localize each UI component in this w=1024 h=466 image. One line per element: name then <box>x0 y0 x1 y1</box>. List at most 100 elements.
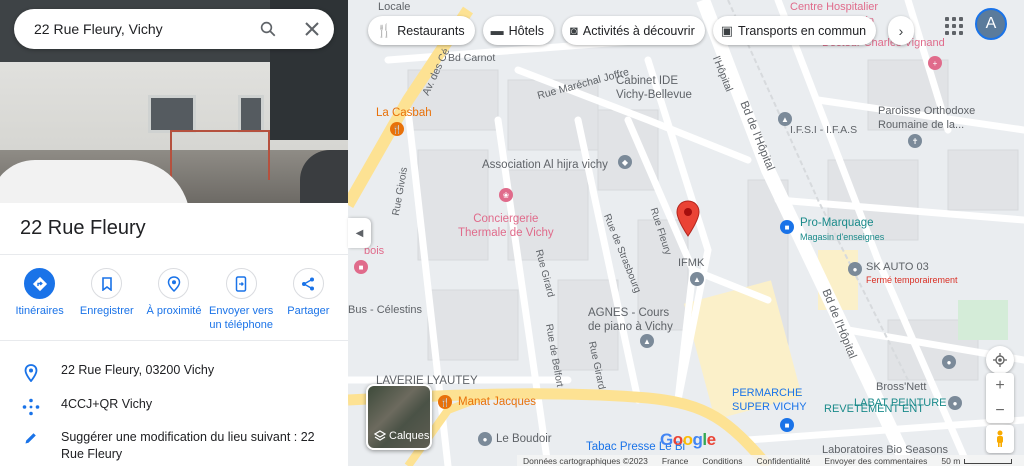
school-icon[interactable]: ▲ <box>778 112 792 126</box>
zoom-control: + − <box>986 373 1014 423</box>
place-title: 22 Rue Fleury <box>20 217 146 239</box>
chip-hotels[interactable]: ▬ Hôtels <box>482 16 555 45</box>
bed-icon[interactable]: ■ <box>354 260 368 274</box>
my-location-icon <box>993 353 1007 367</box>
account-avatar[interactable]: A <box>975 8 1007 40</box>
avatar-initial: A <box>985 15 997 32</box>
chip-activities[interactable]: ◙ Activités à découvrir <box>562 16 705 45</box>
street-label: Locale <box>378 1 411 13</box>
plus-code-row[interactable]: 4CCJ+QR Vichy <box>0 396 348 416</box>
poi-pro-marquage[interactable]: Pro-Marquage <box>800 216 874 230</box>
directions-label: Itinéraires <box>15 305 64 317</box>
selected-location-pin[interactable] <box>676 200 700 238</box>
search-icon[interactable] <box>246 9 290 49</box>
poi-label: AGNES - Cours de piano à Vichy <box>588 307 673 333</box>
scale-bar[interactable]: 50 m <box>941 455 1013 466</box>
car-icon[interactable]: ● <box>848 262 862 276</box>
feedback-link[interactable]: Envoyer des commentaires <box>824 456 927 466</box>
poi-ifsi[interactable]: I.F.S.I - I.F.A.S <box>790 123 857 137</box>
shop-icon[interactable]: ■ <box>780 220 794 234</box>
service-icon[interactable]: ● <box>942 355 956 369</box>
zoom-in-button[interactable]: + <box>986 373 1014 398</box>
poi-manat[interactable]: Manat Jacques <box>458 395 536 409</box>
layers-label: Calques <box>389 430 430 442</box>
search-box[interactable]: 22 Rue Fleury, Vichy <box>14 9 334 49</box>
chip-restaurants[interactable]: 🍴 Restaurants <box>368 16 475 45</box>
nearby-button[interactable]: À proximité <box>141 268 207 332</box>
location-pin-icon <box>0 362 61 382</box>
directions-button[interactable]: Itinéraires <box>7 268 73 332</box>
chip-transit[interactable]: ▣ Transports en commun <box>712 16 877 45</box>
address-row[interactable]: 22 Rue Fleury, 03200 Vichy <box>0 362 348 382</box>
map-canvas[interactable]: Bd Carnot Rue Maréchal Joffre Av. des Cé… <box>348 0 1024 466</box>
layers-label-wrap: Calques <box>374 430 429 442</box>
share-button[interactable]: Partager <box>275 268 341 332</box>
poi-bross[interactable]: Bross'Nett <box>876 380 926 394</box>
restaurant-icon[interactable]: 🍴 <box>438 395 452 409</box>
scale-label: 50 m <box>941 455 961 466</box>
layers-icon <box>374 430 386 441</box>
cart-icon[interactable]: ■ <box>780 418 794 432</box>
mosque-icon[interactable]: ◆ <box>618 155 632 169</box>
transit-icon: ▣ <box>720 22 734 38</box>
poi-la-casbah[interactable]: La Casbah <box>376 106 432 120</box>
poi-label: La Casbah <box>376 107 432 119</box>
poi-super-vichy[interactable]: PERMARCHE SUPER VICHY <box>732 386 807 414</box>
poi-label: REVETEMENT ENT <box>824 403 925 415</box>
collapse-panel-button[interactable]: ◀ <box>348 218 371 248</box>
chevron-right-icon[interactable]: › <box>888 16 914 45</box>
school-icon[interactable]: ▲ <box>690 272 704 286</box>
send-to-phone-button[interactable]: Envoyer vers un téléphone <box>208 268 274 332</box>
address-text: 22 Rue Fleury, 03200 Vichy <box>61 363 215 377</box>
restaurant-icon[interactable]: 🍴 <box>390 122 404 136</box>
poi-ifmk[interactable]: IFMK <box>678 256 704 270</box>
school-icon[interactable]: ▲ <box>640 334 654 348</box>
nearby-label: À proximité <box>146 305 202 317</box>
medical-icon[interactable]: + <box>928 56 942 70</box>
my-location-button[interactable] <box>986 346 1014 374</box>
scale-line <box>964 458 1013 464</box>
window <box>148 95 196 133</box>
shop-icon[interactable]: ● <box>948 396 962 410</box>
suggest-edit-row[interactable]: Suggérer une modification du lieu suivan… <box>0 429 348 463</box>
chevron-left-icon: ◀ <box>355 227 364 239</box>
poi-label: Magasin d'enseignes <box>800 232 885 242</box>
poi-label: Bross'Nett <box>876 381 927 393</box>
pegman-button[interactable] <box>986 425 1014 453</box>
camera-icon: ◙ <box>570 23 578 38</box>
shop-icon[interactable]: ● <box>478 432 492 446</box>
save-label: Enregistrer <box>79 305 134 317</box>
google-logo: Google <box>660 430 716 449</box>
apps-grid-icon[interactable] <box>942 14 963 35</box>
poi-paroisse[interactable]: Paroisse Orthodoxe Roumaine de la... <box>878 104 975 132</box>
fence <box>170 130 270 180</box>
zoom-out-button[interactable]: − <box>986 398 1014 423</box>
spa-icon[interactable]: ❀ <box>499 188 513 202</box>
poi-association[interactable]: Association Al hijra vichy <box>482 158 608 172</box>
church-icon[interactable]: ✝ <box>908 134 922 148</box>
layers-button[interactable]: Calques <box>366 384 432 450</box>
poi-conciergerie[interactable]: Conciergerie Thermale de Vichy <box>458 212 554 240</box>
send-to-phone-icon <box>225 268 257 299</box>
chip-label: Transports en commun <box>738 23 867 38</box>
poi-agnes[interactable]: AGNES - Cours de piano à Vichy <box>588 306 673 334</box>
save-button[interactable]: Enregistrer <box>74 268 140 332</box>
poi-revetement[interactable]: REVETEMENT ENT <box>824 402 924 416</box>
category-chips: 🍴 Restaurants ▬ Hôtels ◙ Activités à découv… <box>368 16 877 45</box>
poi-label: Bus - Célestins <box>348 304 422 316</box>
poi-cabinet[interactable]: Cabinet IDE Vichy-Bellevue <box>616 74 692 102</box>
poi-label: Conciergerie Thermale de Vichy <box>458 213 554 239</box>
chip-label: Restaurants <box>397 23 465 38</box>
divider <box>0 340 348 341</box>
search-input[interactable]: 22 Rue Fleury, Vichy <box>34 21 246 37</box>
share-label: Partager <box>287 305 330 317</box>
country-link[interactable]: France <box>662 456 688 466</box>
poi-sk-auto-sub: Fermé temporairement <box>866 273 958 287</box>
poi-sk-auto[interactable]: SK AUTO 03 <box>866 260 929 274</box>
terms-link[interactable]: Conditions <box>702 456 742 466</box>
poi-bus-celestins[interactable]: Bus - Célestins <box>348 303 422 317</box>
pencil-icon <box>0 429 61 445</box>
privacy-link[interactable]: Confidentialité <box>757 456 811 466</box>
close-icon[interactable] <box>290 9 334 49</box>
poi-le-boudoir[interactable]: Le Boudoir <box>496 432 552 446</box>
